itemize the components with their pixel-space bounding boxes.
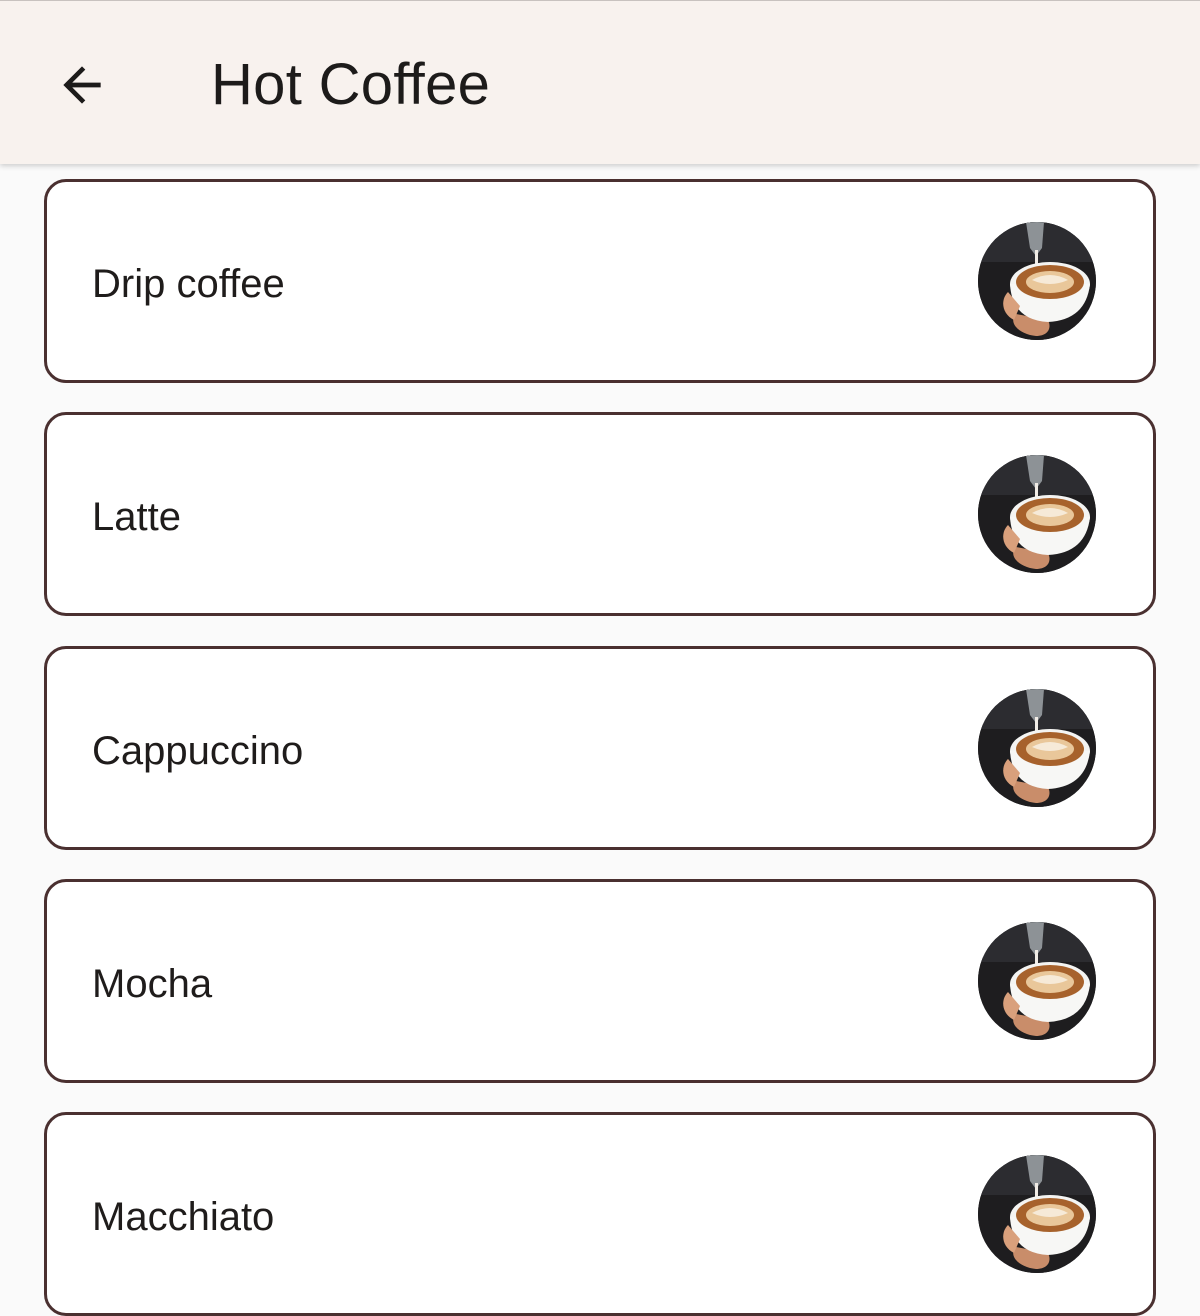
latte-art-image [978,222,1096,340]
page-title: Hot Coffee [211,52,491,117]
back-button[interactable] [40,43,124,127]
list-item-label: Macchiato [92,1195,275,1239]
list-item[interactable]: Latte [44,412,1156,616]
list-item[interactable]: Macchiato [44,1112,1156,1316]
list-item-label: Latte [92,495,181,539]
arrow-left-icon [63,66,101,104]
latte-art-image [978,1155,1096,1273]
list-item[interactable]: Drip coffee [44,179,1156,383]
latte-art-image [978,922,1096,1040]
latte-art-image [978,689,1096,807]
list-item-label: Mocha [92,962,213,1006]
list-item[interactable]: Mocha [44,879,1156,1083]
list-item-label: Cappuccino [92,729,304,773]
list-item[interactable]: Cappuccino [44,646,1156,850]
latte-art-image [978,455,1096,573]
list-item-label: Drip coffee [92,262,285,306]
top-app-bar: Hot Coffee [0,0,1200,164]
